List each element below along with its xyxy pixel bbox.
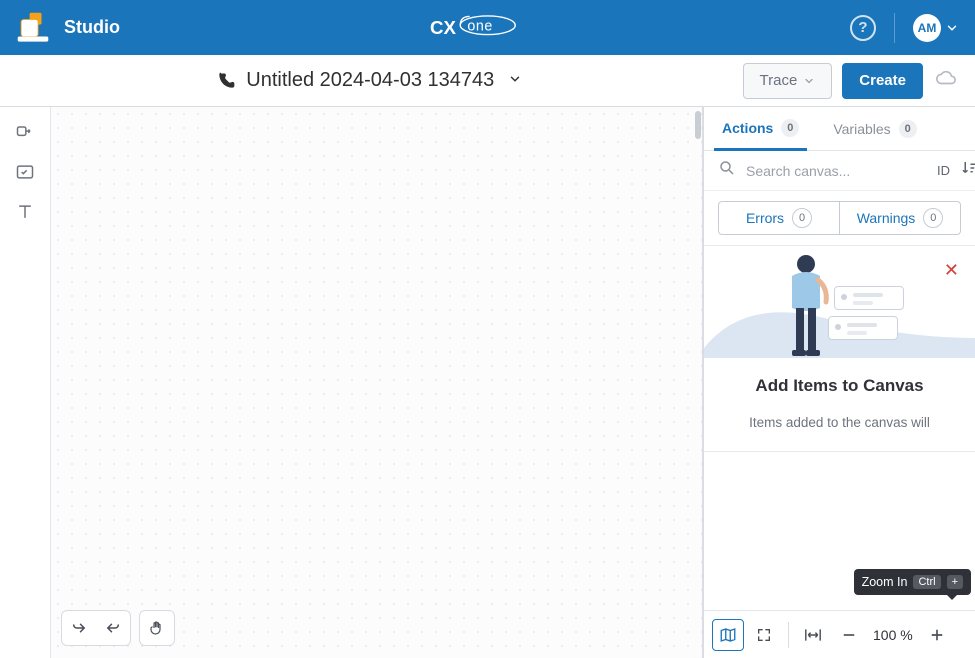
empty-state-card: ✕ Add Items to Canvas I bbox=[704, 248, 975, 452]
top-bar: Studio CX one ? AM bbox=[0, 0, 975, 55]
sort-icon[interactable] bbox=[960, 159, 975, 182]
errors-label: Errors bbox=[746, 210, 784, 226]
zoom-level[interactable]: 100 % bbox=[869, 627, 917, 643]
brand-logo: CX one bbox=[134, 14, 836, 42]
canvas-toolbar bbox=[61, 610, 175, 646]
app-logo-icon bbox=[16, 11, 50, 45]
chevron-down-icon bbox=[803, 75, 815, 87]
zoom-out-button[interactable] bbox=[833, 619, 865, 651]
fullscreen-button[interactable] bbox=[748, 619, 780, 651]
trace-label: Trace bbox=[760, 72, 798, 89]
title-chevron-down-icon[interactable] bbox=[504, 68, 526, 93]
pan-group bbox=[139, 610, 175, 646]
warnings-count: 0 bbox=[923, 208, 943, 228]
variables-count-badge: 0 bbox=[899, 120, 917, 138]
right-panel: Actions 0 Variables 0 ID Errors 0 bbox=[703, 107, 975, 658]
errors-button[interactable]: Errors 0 bbox=[718, 201, 840, 235]
warnings-label: Warnings bbox=[857, 210, 916, 226]
workspace: Actions 0 Variables 0 ID Errors 0 bbox=[0, 107, 975, 658]
tab-actions-label: Actions bbox=[722, 120, 773, 136]
warnings-button[interactable]: Warnings 0 bbox=[840, 201, 961, 235]
container-tool-icon[interactable] bbox=[14, 161, 36, 183]
chevron-down-icon bbox=[945, 21, 959, 35]
document-title: Untitled 2024-04-03 134743 bbox=[246, 69, 494, 92]
minimap-button[interactable] bbox=[712, 619, 744, 651]
tab-actions[interactable]: Actions 0 bbox=[714, 107, 807, 151]
user-avatar: AM bbox=[913, 14, 941, 42]
fit-width-button[interactable] bbox=[797, 619, 829, 651]
separator bbox=[788, 622, 789, 648]
errors-count: 0 bbox=[792, 208, 812, 228]
search-row: ID bbox=[704, 151, 975, 191]
user-menu[interactable]: AM bbox=[913, 14, 959, 42]
svg-text:CX: CX bbox=[430, 17, 456, 38]
panel-tabs: Actions 0 Variables 0 bbox=[704, 107, 975, 151]
actions-count-badge: 0 bbox=[781, 119, 799, 137]
search-icon bbox=[718, 159, 736, 182]
tab-variables-label: Variables bbox=[833, 121, 890, 137]
tooltip-key-plus: + bbox=[947, 575, 963, 589]
text-tool-icon[interactable] bbox=[14, 201, 36, 223]
canvas[interactable] bbox=[51, 107, 703, 658]
help-icon[interactable]: ? bbox=[850, 15, 876, 41]
zoom-bar: Zoom In Ctrl + 100 % bbox=[704, 610, 975, 658]
svg-text:one: one bbox=[467, 18, 493, 34]
undo-button[interactable] bbox=[62, 611, 96, 645]
divider bbox=[894, 13, 895, 43]
action-tool-icon[interactable] bbox=[14, 121, 36, 143]
errors-warnings-row: Errors 0 Warnings 0 bbox=[704, 191, 975, 246]
empty-illustration bbox=[704, 248, 975, 358]
app-name: Studio bbox=[64, 17, 120, 38]
trace-button[interactable]: Trace bbox=[743, 63, 833, 99]
create-button[interactable]: Create bbox=[842, 63, 923, 99]
tooltip-label: Zoom In bbox=[862, 575, 908, 589]
canvas-scrollbar-thumb[interactable] bbox=[695, 111, 701, 139]
redo-button[interactable] bbox=[96, 611, 130, 645]
create-label: Create bbox=[859, 72, 906, 89]
tab-variables[interactable]: Variables 0 bbox=[825, 107, 924, 150]
canvas-area bbox=[51, 107, 703, 658]
tooltip-key-ctrl: Ctrl bbox=[913, 575, 940, 589]
pan-hand-button[interactable] bbox=[140, 611, 174, 645]
top-right-controls: ? AM bbox=[850, 13, 959, 43]
empty-state-subtitle: Items added to the canvas will bbox=[704, 414, 975, 433]
document-title-group[interactable]: Untitled 2024-04-03 134743 bbox=[0, 68, 743, 93]
zoom-in-button[interactable] bbox=[921, 619, 953, 651]
phone-icon bbox=[216, 71, 236, 91]
empty-state-title: Add Items to Canvas bbox=[704, 376, 975, 396]
zoom-in-tooltip: Zoom In Ctrl + bbox=[854, 569, 971, 595]
title-bar: Untitled 2024-04-03 134743 Trace Create bbox=[0, 55, 975, 107]
id-label: ID bbox=[937, 163, 950, 178]
tool-rail bbox=[0, 107, 51, 658]
history-group bbox=[61, 610, 131, 646]
cloud-sync-icon[interactable] bbox=[935, 67, 957, 94]
search-input[interactable] bbox=[746, 163, 927, 179]
